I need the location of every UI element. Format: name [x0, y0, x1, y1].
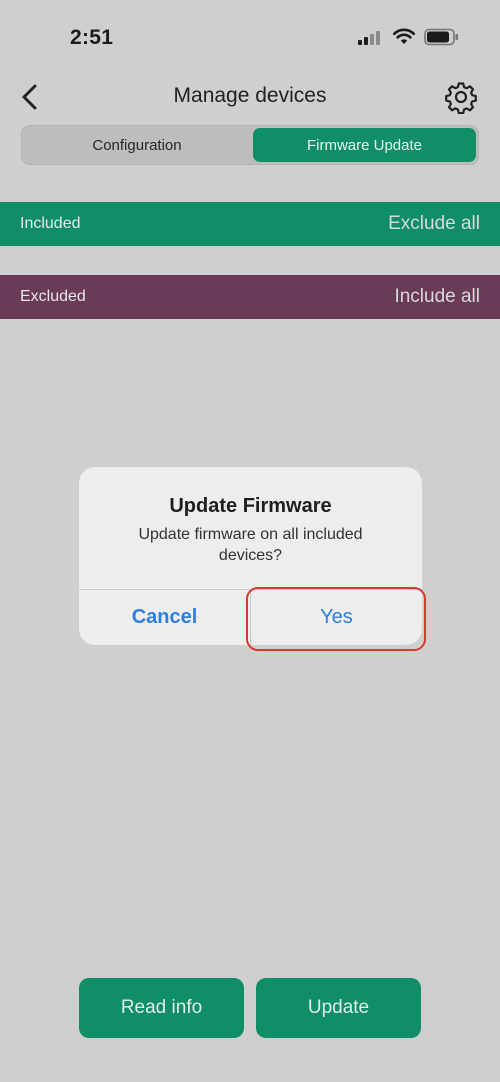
battery-icon	[424, 28, 458, 46]
dialog-title: Update Firmware	[169, 495, 332, 517]
status-time: 2:51	[70, 26, 114, 49]
read-info-button[interactable]: Read info	[79, 978, 244, 1038]
page-title: Manage devices	[173, 84, 327, 107]
status-bar: 2:51	[0, 0, 500, 70]
included-label: Included	[20, 215, 81, 232]
exclude-all-button[interactable]: Exclude all	[388, 213, 480, 235]
tab-firmware-update[interactable]: Firmware Update	[253, 128, 476, 162]
included-section-header: Included Exclude all	[0, 202, 500, 246]
tab-configuration[interactable]: Configuration	[24, 128, 250, 162]
yes-button[interactable]: Yes	[251, 590, 422, 645]
excluded-section-header: Excluded Include all	[0, 275, 500, 319]
segmented-control: Configuration Firmware Update	[21, 125, 479, 165]
cellular-signal-icon	[358, 29, 384, 45]
wifi-icon	[392, 28, 416, 44]
excluded-label: Excluded	[20, 288, 86, 305]
gear-icon[interactable]	[444, 80, 478, 114]
update-firmware-dialog: Update Firmware Update firmware on all i…	[79, 467, 422, 645]
dialog-message: Update firmware on all included devices?	[138, 526, 363, 564]
update-button[interactable]: Update	[256, 978, 421, 1038]
include-all-button[interactable]: Include all	[394, 286, 480, 308]
cancel-button[interactable]: Cancel	[79, 590, 250, 645]
